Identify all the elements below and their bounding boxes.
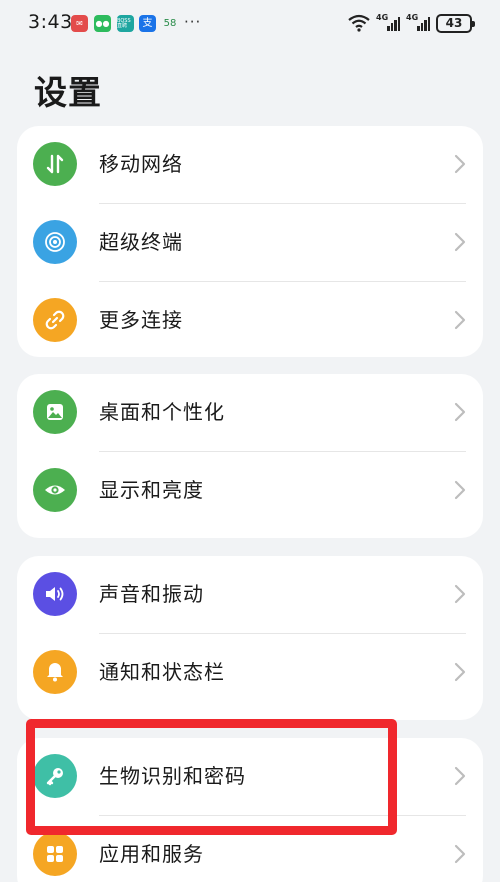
chevron-right-icon xyxy=(454,154,466,174)
wechat-notification-icon: ●● xyxy=(94,15,111,32)
bell-icon xyxy=(33,650,77,694)
status-time: 3:43 xyxy=(28,11,73,33)
settings-group-security-apps: 生物识别和密码 应用和服务 xyxy=(17,738,483,882)
boss-notification-icon: BOSS直聘 xyxy=(117,15,134,32)
link-icon xyxy=(33,298,77,342)
chevron-right-icon xyxy=(454,480,466,500)
58-notification-icon: 58 xyxy=(163,17,177,29)
settings-item-mobile-network[interactable]: 移动网络 xyxy=(17,126,483,204)
settings-item-biometrics-password[interactable]: 生物识别和密码 xyxy=(17,738,483,816)
settings-group-sound-notifications: 声音和振动 通知和状态栏 xyxy=(17,556,483,720)
key-icon xyxy=(33,754,77,798)
settings-item-label: 桌面和个性化 xyxy=(99,400,225,424)
system-icons: 4G 4G 43 xyxy=(348,12,475,34)
settings-item-label: 通知和状态栏 xyxy=(99,660,225,684)
settings-group-display: 桌面和个性化 显示和亮度 xyxy=(17,374,483,538)
wifi-icon xyxy=(348,14,370,32)
settings-item-notifications-status-bar[interactable]: 通知和状态栏 xyxy=(17,634,483,712)
settings-item-sound-vibration[interactable]: 声音和振动 xyxy=(17,556,483,634)
cellular-signal-1-icon: 4G xyxy=(376,13,400,32)
super-device-icon xyxy=(33,220,77,264)
mobile-data-icon xyxy=(33,142,77,186)
chevron-right-icon xyxy=(454,402,466,422)
alipay-notification-icon: 支 xyxy=(139,15,156,32)
settings-item-label: 更多连接 xyxy=(99,308,183,332)
settings-group-connectivity: 移动网络 超级终端 更多连接 xyxy=(17,126,483,357)
chevron-right-icon xyxy=(454,584,466,604)
battery-icon: 43 xyxy=(436,13,475,33)
chevron-right-icon xyxy=(454,232,466,252)
eye-icon xyxy=(33,468,77,512)
settings-item-super-device[interactable]: 超级终端 xyxy=(17,204,483,282)
settings-item-apps-services[interactable]: 应用和服务 xyxy=(17,816,483,882)
apps-icon xyxy=(33,832,77,876)
settings-item-label: 声音和振动 xyxy=(99,582,204,606)
red-app-notification-icon: ✉ xyxy=(71,15,88,32)
settings-item-label: 超级终端 xyxy=(99,230,183,254)
wallpaper-icon xyxy=(33,390,77,434)
settings-item-label: 移动网络 xyxy=(99,152,183,176)
settings-item-display-brightness[interactable]: 显示和亮度 xyxy=(17,452,483,530)
settings-item-label: 显示和亮度 xyxy=(99,478,204,502)
speaker-icon xyxy=(33,572,77,616)
settings-item-desktop-personalization[interactable]: 桌面和个性化 xyxy=(17,374,483,452)
cellular-signal-2-icon: 4G xyxy=(406,13,430,32)
page-title: 设置 xyxy=(34,73,102,112)
chevron-right-icon xyxy=(454,310,466,330)
chevron-right-icon xyxy=(454,662,466,682)
settings-item-label: 应用和服务 xyxy=(99,842,204,866)
chevron-right-icon xyxy=(454,844,466,864)
settings-item-label: 生物识别和密码 xyxy=(99,764,246,788)
more-notifications-icon: ··· xyxy=(184,13,202,31)
settings-item-more-connections[interactable]: 更多连接 xyxy=(17,282,483,357)
status-bar: 3:43 ✉ ●● BOSS直聘 支 58 ··· 4G 4G 43 xyxy=(0,0,500,48)
chevron-right-icon xyxy=(454,766,466,786)
